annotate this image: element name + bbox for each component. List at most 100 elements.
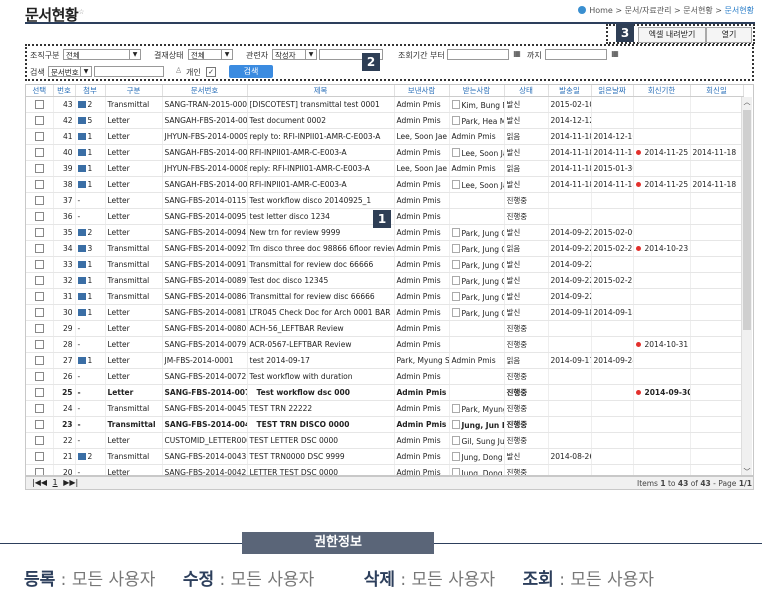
title-cell[interactable]: test 2014-09-17 (247, 352, 395, 369)
excel-download-button[interactable]: 엑셀 내려받기 (638, 27, 706, 43)
select-cell[interactable] (26, 336, 54, 353)
home-icon[interactable] (578, 6, 587, 14)
period-to-input[interactable] (545, 49, 607, 60)
attachment-cell[interactable]: 1 (75, 144, 106, 161)
title-cell[interactable]: reply to: RFI-INPII01-AMR-C-E003-A (247, 128, 395, 145)
row-checkbox[interactable] (34, 372, 44, 382)
docno-cell[interactable]: SANGAH-FBS-2014-0007 (162, 176, 248, 193)
attachment-cell[interactable]: 1 (75, 160, 106, 177)
attachment-cell[interactable]: - (75, 320, 106, 337)
org-select[interactable]: 전체 ▼ (63, 49, 141, 60)
column-header[interactable]: 선택 (26, 85, 54, 97)
docno-cell[interactable]: SANG-FBS-2014-0092 (162, 240, 248, 257)
table-row[interactable]: 37- Letter SANG-FBS-2014-0115 Test workflow… (26, 192, 744, 209)
table-row[interactable]: 38 1 Letter SANGAH-FBS-2014-0007RFI-INPII01… (26, 176, 744, 193)
row-checkbox[interactable] (34, 324, 44, 334)
row-checkbox[interactable] (34, 340, 44, 350)
row-checkbox[interactable] (34, 292, 44, 302)
row-checkbox[interactable] (34, 180, 44, 190)
favorite-star-icon[interactable]: ☆ (78, 8, 84, 16)
row-checkbox[interactable] (34, 260, 44, 270)
table-row[interactable]: 23- Transmittal SANG-FBS-2014-0044 TEST TRN… (26, 416, 744, 433)
column-header[interactable]: 구분 (105, 85, 163, 97)
row-checkbox[interactable] (34, 244, 44, 254)
select-cell[interactable] (26, 368, 54, 385)
period-from-input[interactable] (447, 49, 509, 60)
table-row[interactable]: 31 1 Transmittal SANG-FBS-2014-0086 Transmit… (26, 288, 744, 305)
column-header[interactable]: 문서번호 (162, 85, 248, 97)
column-header[interactable]: 상태 (504, 85, 549, 97)
search-input[interactable] (94, 66, 164, 77)
search-field-select[interactable]: 문서번호 ▼ (48, 66, 92, 77)
column-header[interactable]: 회신일 (690, 85, 744, 97)
title-cell[interactable]: Transmittal for review doc 66666 (247, 256, 395, 273)
title-cell[interactable]: TEST TRN0000 DSC 9999 (247, 448, 395, 465)
select-cell[interactable] (26, 176, 54, 193)
title-cell[interactable]: Transmittal for review disc 66666 (247, 288, 395, 305)
attachment-cell[interactable]: - (75, 384, 106, 401)
title-cell[interactable]: TEST LETTER DSC 0000 (247, 432, 395, 449)
row-checkbox[interactable] (34, 388, 44, 398)
docno-cell[interactable]: SANG-FBS-2014-0071 (162, 384, 248, 401)
title-cell[interactable]: Test document 0002 (247, 112, 395, 129)
breadcrumb-level2[interactable]: 문서현황 (683, 6, 712, 15)
attachment-cell[interactable]: 1 (75, 128, 106, 145)
row-checkbox[interactable] (34, 356, 44, 366)
row-checkbox[interactable] (34, 148, 44, 158)
docno-cell[interactable]: SANG-FBS-2014-0095 (162, 208, 248, 225)
column-header[interactable]: 발송일 (548, 85, 592, 97)
title-cell[interactable]: test letter disco 1234 (247, 208, 395, 225)
select-cell[interactable] (26, 416, 54, 433)
table-row[interactable]: 21 2 Transmittal SANG-FBS-2014-0043 TEST TRN… (26, 448, 744, 465)
select-cell[interactable] (26, 208, 54, 225)
table-row[interactable]: 42 5 Letter SANGAH-FBS-2014-0009Test docume… (26, 112, 744, 129)
docno-cell[interactable]: CUSTOMID_LETTER000 (162, 432, 248, 449)
table-row[interactable]: 29- Letter SANG-FBS-2014-0080 ACH-56_LEFTBA… (26, 320, 744, 337)
table-row[interactable]: 30 1 Letter SANG-FBS-2014-0081 LTR045 Check … (26, 304, 744, 321)
title-cell[interactable]: reply: RFI-INPII01-AMR-C-E003-A (247, 160, 395, 177)
row-checkbox[interactable] (34, 196, 44, 206)
title-cell[interactable]: Test workflow disco 20140925_1 (247, 192, 395, 209)
row-checkbox[interactable] (34, 308, 44, 318)
table-row[interactable]: 20- Letter SANG-FBS-2014-0042 LETTER TEST D… (26, 464, 744, 475)
title-cell[interactable]: [DISCOTEST] transmittal test 0001 (247, 96, 395, 113)
column-header[interactable]: 번호 (53, 85, 76, 97)
docno-cell[interactable]: SANG-FBS-2014-0044 (162, 416, 248, 433)
row-checkbox[interactable] (34, 420, 44, 430)
title-cell[interactable]: TEST TRN DISCO 0000 (247, 416, 395, 433)
title-cell[interactable]: Test doc disco 12345 (247, 272, 395, 289)
docno-cell[interactable]: SANG-FBS-2014-0086 (162, 288, 248, 305)
attachment-cell[interactable]: 1 (75, 256, 106, 273)
row-checkbox[interactable] (34, 212, 44, 222)
last-page-icon[interactable]: ▶▶| (63, 478, 78, 487)
attachment-cell[interactable]: 2 (75, 224, 106, 241)
docno-cell[interactable]: SANG-FBS-2014-0072 (162, 368, 248, 385)
select-cell[interactable] (26, 144, 54, 161)
docno-cell[interactable]: SANG-FBS-2014-0089 (162, 272, 248, 289)
select-cell[interactable] (26, 384, 54, 401)
table-row[interactable]: 26- Letter SANG-FBS-2014-0072 Test workflow… (26, 368, 744, 385)
docno-cell[interactable]: SANGAH-FBS-2014-0008 (162, 144, 248, 161)
scrollbar-thumb[interactable] (743, 110, 751, 330)
attachment-cell[interactable]: - (75, 400, 106, 417)
select-cell[interactable] (26, 448, 54, 465)
title-cell[interactable]: LTR045 Check Doc for Arch 0001 BAR (247, 304, 395, 321)
table-row[interactable]: 24- Transmittal SANG-FBS-2014-0045 TEST TRN… (26, 400, 744, 417)
column-header[interactable]: 제목 (247, 85, 395, 97)
chevron-up-icon[interactable]: ︿ (742, 97, 752, 107)
table-row[interactable]: 28- Letter SANG-FBS-2014-0079 ACR-0567-LEFT… (26, 336, 744, 353)
select-cell[interactable] (26, 160, 54, 177)
column-header[interactable]: 읽은날짜 (591, 85, 634, 97)
table-row[interactable]: 22- Letter CUSTOMID_LETTER000 TEST LETTER D… (26, 432, 744, 449)
docno-cell[interactable]: SANG-FBS-2014-0042 (162, 464, 248, 475)
column-header[interactable]: 첨부 (75, 85, 106, 97)
row-checkbox[interactable] (34, 164, 44, 174)
select-cell[interactable] (26, 352, 54, 369)
attachment-cell[interactable]: 1 (75, 176, 106, 193)
title-cell[interactable]: ACH-56_LEFTBAR Review (247, 320, 395, 337)
docno-cell[interactable]: SANG-FBS-2014-0115 (162, 192, 248, 209)
attachment-cell[interactable]: 2 (75, 448, 106, 465)
select-cell[interactable] (26, 288, 54, 305)
row-checkbox[interactable] (34, 132, 44, 142)
table-row[interactable]: 41 1 Letter JHYUN-FBS-2014-0009 reply to: RF… (26, 128, 744, 145)
